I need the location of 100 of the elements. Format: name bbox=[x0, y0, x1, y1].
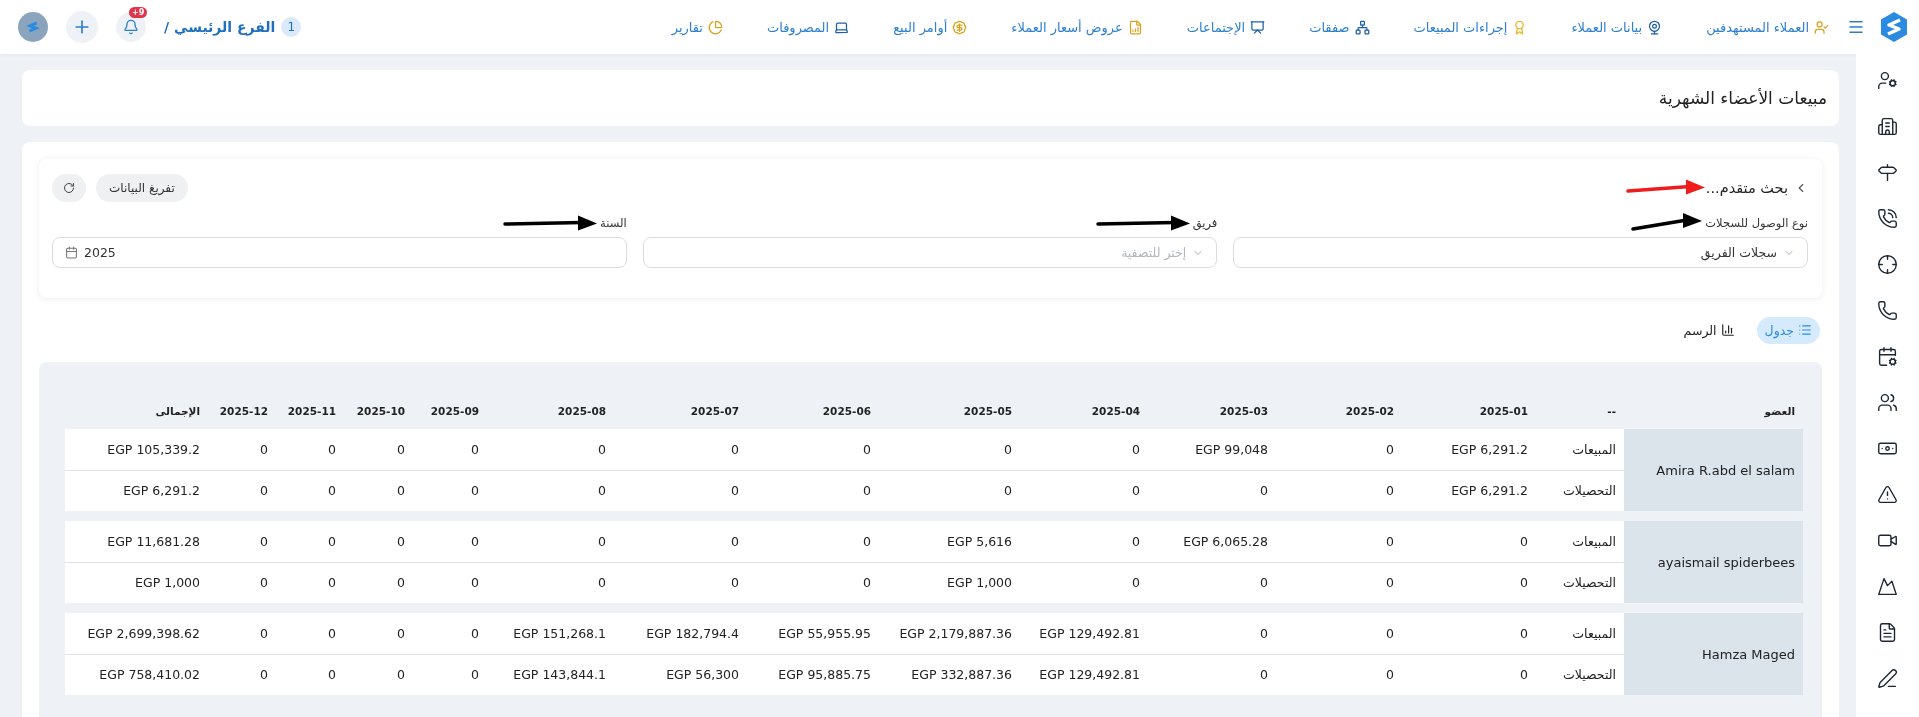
table-cell: 0 bbox=[276, 470, 344, 511]
column-header: العضو bbox=[1624, 362, 1803, 429]
menu-button[interactable] bbox=[1847, 18, 1865, 36]
table-cell: EGP 2,179,887.36 bbox=[879, 613, 1020, 654]
table-cell: 0 bbox=[747, 470, 879, 511]
calendar-gear-icon[interactable] bbox=[1877, 346, 1898, 367]
nav-link[interactable]: إجراءات المبيعات bbox=[1413, 19, 1528, 35]
table-cell: EGP 129,492.81 bbox=[1020, 654, 1148, 695]
table-cell: 0 bbox=[747, 521, 879, 562]
table-cell: 0 bbox=[208, 613, 276, 654]
table-cell: 0 bbox=[1148, 562, 1276, 603]
laptop-icon bbox=[834, 19, 850, 35]
nav-link[interactable]: صفقات bbox=[1309, 19, 1370, 35]
branch-number: 1 bbox=[281, 17, 302, 37]
table-cell: 0 bbox=[1276, 654, 1402, 695]
nav-link[interactable]: المصروفات bbox=[766, 19, 850, 35]
warning-icon[interactable] bbox=[1877, 484, 1898, 505]
table-cell: 0 bbox=[1020, 429, 1148, 470]
nav-link[interactable]: بيانات العملاء bbox=[1571, 19, 1663, 35]
field-label: نوع الوصول للسجلات bbox=[1705, 216, 1808, 230]
table-cell: EGP 2,699,398.62 bbox=[65, 613, 208, 654]
column-header: -- bbox=[1536, 362, 1624, 429]
table-cell: التحصيلات bbox=[1536, 470, 1624, 511]
column-header: 2025-04 bbox=[1020, 362, 1148, 429]
webcam-icon bbox=[1647, 19, 1663, 35]
crosshair-icon[interactable] bbox=[1877, 254, 1898, 275]
table-cell: المبيعات bbox=[1536, 613, 1624, 654]
table-cell: 0 bbox=[1276, 562, 1402, 603]
table-cell: 0 bbox=[344, 429, 413, 470]
table-cell: EGP 1,000 bbox=[65, 562, 208, 603]
mountain-icon[interactable] bbox=[1877, 576, 1898, 597]
table-cell: 0 bbox=[413, 470, 487, 511]
refresh-button[interactable] bbox=[52, 174, 86, 202]
table-cell: 0 bbox=[1402, 613, 1536, 654]
avatar[interactable] bbox=[18, 12, 48, 42]
member-cell: ayaismail spiderbees bbox=[1624, 521, 1803, 603]
nav-link[interactable]: أوامر البيع bbox=[893, 19, 968, 35]
column-header: 2025-02 bbox=[1276, 362, 1402, 429]
logo bbox=[1879, 11, 1909, 43]
table-cell: EGP 55,955.95 bbox=[747, 613, 879, 654]
select-field[interactable]: سجلات الفريق bbox=[1233, 237, 1808, 268]
clear-data-button[interactable]: تفريغ البيانات bbox=[96, 174, 188, 202]
table-cell: EGP 6,065.28 bbox=[1148, 521, 1276, 562]
document-icon[interactable] bbox=[1877, 622, 1898, 643]
table-cell: 0 bbox=[413, 562, 487, 603]
nav-link[interactable]: العملاء المستهدفين bbox=[1706, 19, 1829, 35]
table-cell: 0 bbox=[208, 521, 276, 562]
phone-call-icon[interactable] bbox=[1877, 208, 1898, 229]
table-cell: 0 bbox=[1276, 613, 1402, 654]
table-cell: 0 bbox=[1276, 521, 1402, 562]
table-cell: 0 bbox=[1148, 470, 1276, 511]
table-cell: 0 bbox=[1402, 562, 1536, 603]
nav-link[interactable]: عروض أسعار العملاء bbox=[1011, 19, 1143, 35]
table-cell: التحصيلات bbox=[1536, 562, 1624, 603]
nav-link[interactable]: الإجتماعات bbox=[1186, 19, 1266, 35]
table-cell: EGP 6,291.2 bbox=[65, 470, 208, 511]
signpost-icon[interactable] bbox=[1877, 162, 1898, 183]
add-button[interactable] bbox=[66, 11, 98, 43]
table-cell: 0 bbox=[344, 654, 413, 695]
table-cell: 0 bbox=[276, 429, 344, 470]
nav-link[interactable]: تقارير bbox=[671, 19, 723, 35]
column-header: 2025-12 bbox=[208, 362, 276, 429]
table-cell: 0 bbox=[747, 429, 879, 470]
advanced-search-toggle[interactable]: بحث متقدم... bbox=[1705, 180, 1808, 196]
user-gear-icon[interactable] bbox=[1877, 70, 1898, 91]
pie-chart-icon bbox=[707, 19, 723, 35]
users-icon[interactable] bbox=[1877, 392, 1898, 413]
table-cell: المبيعات bbox=[1536, 521, 1624, 562]
member-cell: Amira R.abd el salam bbox=[1624, 429, 1803, 511]
table-cell: 0 bbox=[1402, 521, 1536, 562]
table-cell: EGP 95,885.75 bbox=[747, 654, 879, 695]
column-header: 2025-01 bbox=[1402, 362, 1536, 429]
table-cell: 0 bbox=[344, 521, 413, 562]
table-cell: 0 bbox=[614, 521, 747, 562]
table-cell: EGP 11,681.28 bbox=[65, 521, 208, 562]
table-cell: EGP 56,300 bbox=[614, 654, 747, 695]
column-header: 2025-11 bbox=[276, 362, 344, 429]
pen-icon[interactable] bbox=[1877, 668, 1898, 689]
table-cell: 0 bbox=[614, 470, 747, 511]
building-icon[interactable] bbox=[1877, 116, 1898, 137]
list-icon bbox=[1798, 323, 1812, 337]
field-label: السنة bbox=[600, 216, 627, 230]
table-cell: EGP 332,887.36 bbox=[879, 654, 1020, 695]
year-field[interactable]: 2025 bbox=[52, 237, 627, 268]
table-cell: EGP 758,410.02 bbox=[65, 654, 208, 695]
table-cell: EGP 6,291.2 bbox=[1402, 429, 1536, 470]
table-cell: EGP 143,844.1 bbox=[487, 654, 614, 695]
table-cell: 0 bbox=[487, 470, 614, 511]
table-cell: 0 bbox=[413, 429, 487, 470]
view-tab[interactable]: الرسم bbox=[1675, 316, 1743, 344]
bar-chart-icon bbox=[1720, 323, 1735, 337]
table-cell: 0 bbox=[614, 562, 747, 603]
column-header: 2025-09 bbox=[413, 362, 487, 429]
branch-name[interactable]: الفرع الرئيسي / bbox=[164, 19, 276, 35]
table-cell: EGP 5,616 bbox=[879, 521, 1020, 562]
column-header: 2025-05 bbox=[879, 362, 1020, 429]
view-tab[interactable]: جدول bbox=[1756, 316, 1820, 344]
table-cell: EGP 99,048 bbox=[1148, 429, 1276, 470]
person-icon bbox=[1814, 19, 1829, 35]
phone-icon[interactable] bbox=[1877, 300, 1898, 321]
